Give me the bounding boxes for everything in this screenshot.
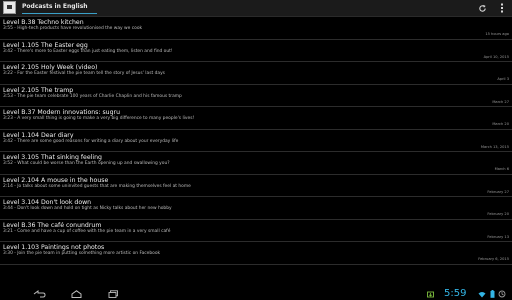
app-title[interactable]: Podcasts in English [22, 3, 97, 14]
list-item[interactable]: Level 2.105 Holy Week (video) 3:22 - For… [0, 62, 512, 85]
episode-date: March 27 [492, 99, 509, 104]
list-item[interactable]: Level 2.105 The tramp 3:53 - The pie tea… [0, 85, 512, 107]
back-icon [33, 289, 46, 297]
overflow-menu-icon [501, 3, 503, 13]
episode-description: 3:23 - A very small thing is going to ma… [3, 116, 195, 121]
recent-apps-icon [108, 289, 118, 298]
episode-description: 3:52 - What could be worse than the Eart… [3, 161, 170, 166]
episode-description: 3:21 - Come and have a cup of coffee wit… [3, 228, 171, 234]
battery-icon [490, 290, 494, 298]
sync-icon [498, 290, 506, 298]
settings-status [498, 290, 506, 298]
list-item[interactable]: Level 2.104 A mouse in the house 2:14 - … [0, 175, 512, 197]
list-item[interactable]: Level 1.103 Paintings not photos 3:30 - … [0, 242, 512, 265]
list-item[interactable]: Level 3.104 Don't look down 3:44 - Don't… [0, 197, 512, 220]
action-bar: Podcasts in English [0, 0, 512, 17]
wifi-status [478, 290, 486, 298]
episode-date: April 10, 2015 [483, 54, 509, 59]
list-item[interactable]: Level 1.105 The Easter egg 3:42 - There'… [0, 40, 512, 62]
episode-description: 3:55 - High-tech products have revolutio… [3, 26, 143, 31]
episode-date: February 6, 2015 [478, 257, 509, 261]
list-item[interactable]: Level 1.104 Dear diary 3:42 - There are … [0, 130, 512, 152]
home-icon [71, 289, 81, 298]
episode-description: 3:42 - There's more to Easter eggs than … [3, 48, 173, 54]
home-button[interactable] [69, 288, 83, 299]
episode-description: 3:53 - The pie team celebrate 100 years … [3, 93, 182, 99]
episode-date: March 13, 2015 [480, 144, 509, 149]
recent-apps-button[interactable] [106, 288, 120, 299]
episode-date: 15 hours ago [485, 32, 509, 36]
clock[interactable]: 5:59 [444, 287, 466, 300]
back-button[interactable] [32, 288, 46, 299]
episode-date: March 6 [494, 167, 509, 171]
episode-date: February 27 [487, 189, 509, 194]
episode-description: 3:30 - Join the pie team in putting some… [3, 251, 161, 256]
list-item[interactable]: Level B.36 The café conundrum 3:21 - Com… [0, 220, 512, 242]
overflow-menu-button[interactable] [495, 1, 509, 15]
download-icon [426, 291, 434, 297]
episode-description: 3:22 - For the Easter festival the pie t… [3, 71, 165, 76]
refresh-icon [478, 4, 486, 12]
list-item[interactable]: Level B.37 Modern innovations: sugru 3:2… [0, 107, 512, 130]
refresh-button[interactable] [475, 1, 489, 15]
system-navigation-bar: 5:59 [0, 287, 512, 300]
notification-icon[interactable] [426, 290, 434, 298]
episode-date: April 3 [497, 77, 509, 81]
list-item[interactable]: Level 3.105 That sinking feeling 3:52 - … [0, 152, 512, 175]
list-item[interactable]: Level B.38 Techno kitchen 3:55 - High-te… [0, 17, 512, 40]
episode-description: 3:42 - There are some good reasons for w… [3, 138, 179, 144]
episode-description: 3:44 - Don't look down and hold on tight… [3, 206, 172, 211]
episode-list[interactable]: Level B.38 Techno kitchen 3:55 - High-te… [0, 17, 512, 287]
episode-date: March 20 [492, 122, 509, 126]
episode-date: February 13 [487, 234, 509, 239]
app-logo-icon[interactable] [3, 1, 16, 14]
battery-status [488, 290, 496, 298]
episode-description: 2:14 - Jo talks about some uninvited gue… [3, 183, 191, 189]
wifi-icon [478, 291, 486, 297]
episode-date: February 20 [487, 212, 509, 216]
